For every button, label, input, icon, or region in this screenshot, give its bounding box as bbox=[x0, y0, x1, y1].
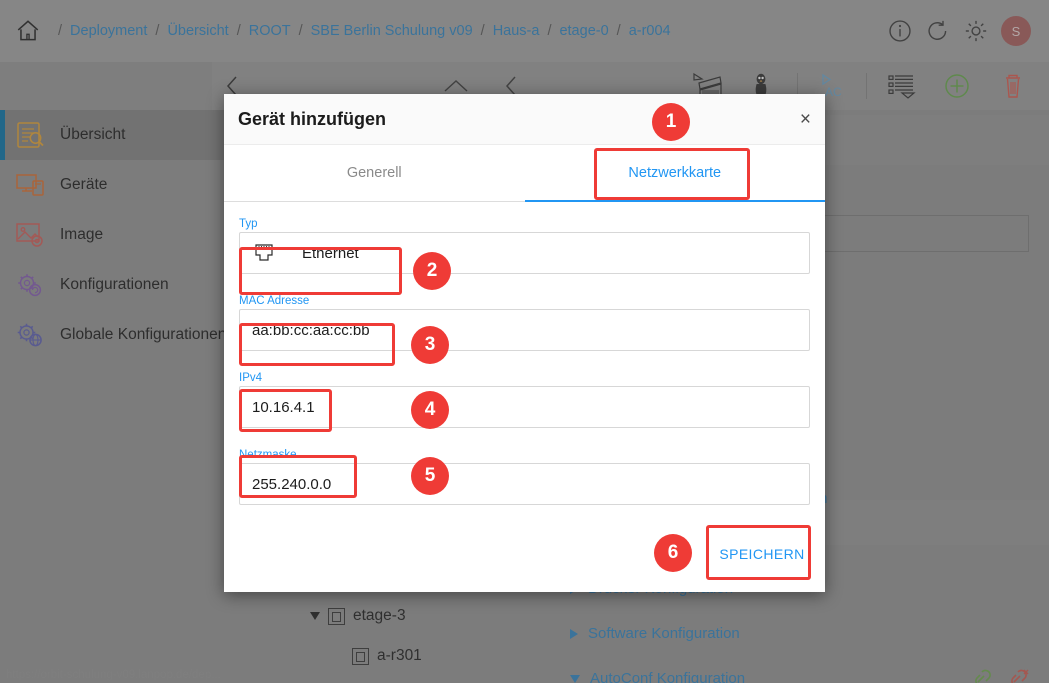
close-icon[interactable]: × bbox=[800, 110, 811, 129]
screen: / Deployment / Übersicht / ROOT / SBE Be… bbox=[0, 0, 1049, 683]
dialog-tabs: Generell Netzwerkkarte bbox=[224, 145, 825, 202]
network-card-form: Typ Ethernet MAC Adresse aa:bb:cc:aa:cc:… bbox=[224, 202, 825, 532]
annotation-badge-2: 2 bbox=[413, 252, 451, 290]
field-netzmaske: Netzmaske 255.240.0.0 bbox=[239, 449, 810, 505]
tab-label: Generell bbox=[346, 165, 402, 181]
annotation-badge-6: 6 bbox=[654, 534, 692, 572]
add-device-dialog: Gerät hinzufügen × Generell Netzwerkkart… bbox=[224, 94, 825, 592]
typ-select[interactable]: Ethernet bbox=[239, 232, 810, 274]
ipv4-value: 10.16.4.1 bbox=[252, 398, 315, 416]
tab-netzwerkkarte[interactable]: Netzwerkkarte bbox=[525, 145, 826, 201]
save-button[interactable]: SPEICHERN bbox=[714, 532, 810, 576]
dialog-footer: SPEICHERN bbox=[224, 532, 825, 592]
field-label: Netzmaske bbox=[239, 449, 297, 461]
tab-label: Netzwerkkarte bbox=[628, 165, 722, 181]
annotation-badge-3: 3 bbox=[411, 326, 449, 364]
field-label: MAC Adresse bbox=[239, 295, 310, 307]
field-typ: Typ Ethernet bbox=[239, 218, 810, 274]
typ-value: Ethernet bbox=[302, 244, 359, 262]
field-ipv4: IPv4 10.16.4.1 bbox=[239, 372, 810, 428]
ethernet-rj45-icon bbox=[255, 244, 273, 261]
field-label: Typ bbox=[239, 218, 258, 230]
annotation-badge-1: 1 bbox=[652, 103, 690, 141]
annotation-badge-4: 4 bbox=[411, 391, 449, 429]
netzmaske-input[interactable]: 255.240.0.0 bbox=[239, 463, 810, 505]
netzmaske-value: 255.240.0.0 bbox=[252, 475, 332, 493]
dialog-header: Gerät hinzufügen × bbox=[224, 94, 825, 145]
mac-adresse-value: aa:bb:cc:aa:cc:bb bbox=[252, 321, 370, 339]
tab-generell[interactable]: Generell bbox=[224, 145, 525, 201]
field-label: IPv4 bbox=[239, 372, 263, 384]
field-mac-adresse: MAC Adresse aa:bb:cc:aa:cc:bb bbox=[239, 295, 810, 351]
ipv4-input[interactable]: 10.16.4.1 bbox=[239, 386, 810, 428]
dialog-title: Gerät hinzufügen bbox=[238, 108, 386, 129]
annotation-badge-5: 5 bbox=[411, 457, 449, 495]
mac-adresse-input[interactable]: aa:bb:cc:aa:cc:bb bbox=[239, 309, 810, 351]
